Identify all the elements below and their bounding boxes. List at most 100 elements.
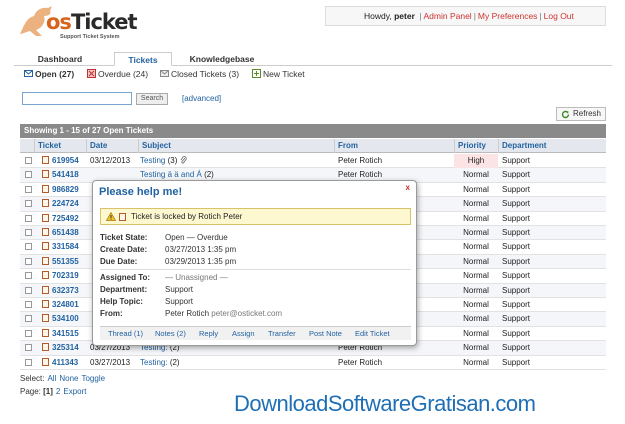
log-out-link[interactable]: Log Out [544, 11, 574, 21]
ticket-department: Support [502, 357, 531, 367]
ticket-icon [42, 343, 49, 352]
ticket-priority: Normal [463, 357, 489, 367]
ticket-priority: Normal [463, 314, 489, 324]
ticket-department: Support [502, 271, 531, 281]
ticket-priority: Normal [463, 213, 489, 223]
ticket-number[interactable]: 541418 [42, 168, 86, 182]
ticket-department: Support [502, 156, 531, 165]
ticket-icon [42, 199, 49, 208]
ticket-priority: Normal [463, 285, 489, 295]
tab-dashboard[interactable]: Dashboard [24, 52, 96, 66]
row-checkbox[interactable] [25, 344, 32, 352]
ticket-subnav: Open (27) Overdue (24) Closed Tickets (3… [14, 66, 612, 83]
ticket-icon [42, 328, 49, 337]
header: osTicket Support Ticket System Howdy, pe… [0, 0, 625, 44]
ticket-priority: Normal [463, 271, 489, 281]
ticket-number[interactable]: 632373 [42, 284, 86, 298]
select-none-link[interactable]: None [59, 374, 78, 383]
refresh-button[interactable]: Refresh [556, 107, 606, 121]
column-priority[interactable]: Priority [454, 139, 498, 153]
row-checkbox[interactable] [25, 286, 32, 294]
subnav-overdue[interactable]: Overdue (24) [87, 69, 148, 80]
table-row[interactable]: 411343 03/27/2013 Testing: (2) Peter Rotich… [20, 356, 606, 370]
ticket-from: Peter Rotich [338, 357, 383, 367]
refresh-icon [561, 110, 570, 119]
tab-knowledgebase[interactable]: Knowledgebase [182, 52, 262, 66]
ticket-number[interactable]: 619954 [42, 154, 86, 168]
select-toggle-link[interactable]: Toggle [81, 374, 105, 383]
notes-action[interactable]: Notes (2) [155, 327, 186, 341]
subnav-new-ticket[interactable]: New Ticket [252, 69, 305, 80]
column-subject[interactable]: Subject [138, 139, 334, 153]
ticket-icon [42, 314, 49, 323]
ticket-date: 03/27/2013 [90, 357, 131, 367]
popup-close-button[interactable]: x [406, 183, 410, 192]
table-header: Ticket Date Subject From Priority Depart… [20, 139, 606, 153]
ticket-priority: Normal [463, 170, 489, 180]
search-input[interactable] [22, 92, 132, 105]
greeting: Howdy, [364, 11, 392, 21]
ticket-priority: Normal [463, 343, 489, 353]
row-checkbox[interactable] [25, 243, 32, 251]
ticket-number[interactable]: 224724 [42, 197, 86, 211]
post-note-action[interactable]: Post Note [309, 327, 342, 341]
ticket-number[interactable]: 324801 [42, 298, 86, 312]
row-checkbox[interactable] [25, 200, 32, 208]
edit-ticket-action[interactable]: Edit Ticket [355, 327, 390, 341]
column-ticket[interactable]: Ticket [34, 139, 86, 153]
ticket-number[interactable]: 986829 [42, 183, 86, 197]
assign-action[interactable]: Assign [232, 327, 255, 341]
ticket-subject[interactable]: Testing (3) [140, 154, 332, 168]
ticket-number[interactable]: 651438 [42, 226, 86, 240]
ticket-priority: Normal [463, 199, 489, 209]
row-checkbox[interactable] [25, 185, 32, 193]
page-2-link[interactable]: 2 [56, 387, 60, 396]
ticket-number[interactable]: 411343 [42, 356, 86, 370]
ticket-icon [42, 184, 49, 193]
column-from[interactable]: From [334, 139, 454, 153]
table-row[interactable]: 619954 03/12/2013 Testing (3) Peter Rotich H… [20, 154, 606, 169]
row-checkbox[interactable] [25, 171, 32, 179]
brand-tagline: Support Ticket System [60, 34, 120, 40]
thread-action[interactable]: Thread (1) [108, 327, 143, 341]
ticket-number[interactable]: 341515 [42, 327, 86, 341]
reply-action[interactable]: Reply [199, 327, 218, 341]
admin-panel-link[interactable]: Admin Panel [423, 11, 471, 21]
select-all-link[interactable]: All [47, 374, 56, 383]
subnav-closed[interactable]: Closed Tickets (3) [160, 69, 239, 80]
user-box: Howdy, peter | Admin Panel | My Preferences… [325, 6, 606, 26]
row-checkbox[interactable] [25, 315, 32, 323]
row-checkbox[interactable] [25, 272, 32, 280]
ticket-number[interactable]: 331584 [42, 240, 86, 254]
row-checkbox[interactable] [25, 358, 32, 366]
ticket-number[interactable]: 551355 [42, 255, 86, 269]
row-checkbox[interactable] [25, 257, 32, 265]
row-checkbox[interactable] [25, 229, 32, 236]
subnav-open[interactable]: Open (27) [24, 69, 74, 80]
search-button[interactable]: Search [136, 93, 168, 105]
row-checkbox[interactable] [25, 157, 32, 164]
ticket-department: Support [502, 228, 531, 237]
advanced-search-link[interactable]: [advanced] [182, 94, 221, 103]
column-date[interactable]: Date [86, 139, 138, 153]
tab-tickets[interactable]: Tickets [114, 52, 172, 66]
row-checkbox[interactable] [25, 329, 32, 337]
ticket-icon [42, 285, 49, 294]
ticket-number[interactable]: 325314 [42, 341, 86, 355]
from-email: peter@osticket.com [211, 309, 283, 318]
current-page: [1] [43, 387, 53, 396]
transfer-action[interactable]: Transfer [268, 327, 296, 341]
popup-actions: Thread (1) Notes (2) Reply Assign Transf… [100, 326, 411, 340]
ticket-subject[interactable]: Testing: (2) [140, 356, 332, 370]
ticket-number[interactable]: 702319 [42, 269, 86, 283]
ticket-priority: Normal [463, 228, 489, 237]
export-link[interactable]: Export [63, 387, 86, 396]
ticket-number[interactable]: 534100 [42, 312, 86, 326]
ticket-from: Peter Rotich [338, 156, 383, 165]
column-department[interactable]: Department [498, 139, 606, 153]
row-checkbox[interactable] [25, 214, 32, 222]
logo[interactable]: osTicket Support Ticket System [16, 4, 138, 42]
ticket-number[interactable]: 725492 [42, 212, 86, 226]
row-checkbox[interactable] [25, 301, 32, 308]
my-preferences-link[interactable]: My Preferences [478, 11, 538, 21]
